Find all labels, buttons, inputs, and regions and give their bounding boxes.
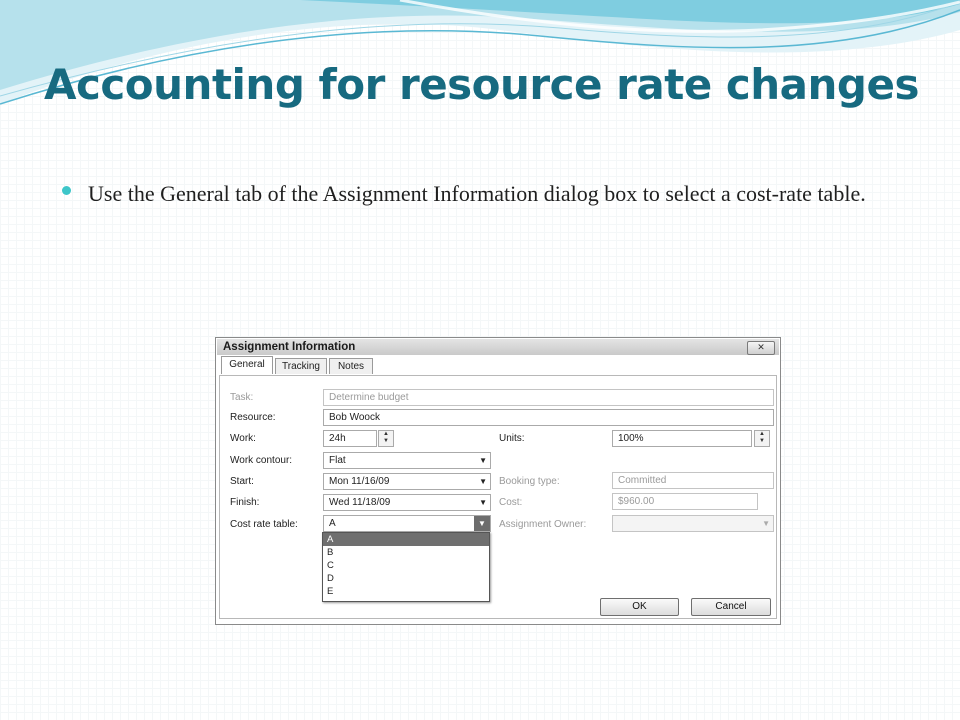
- cost-label: Cost:: [499, 497, 523, 508]
- work-field[interactable]: 24h: [323, 430, 377, 447]
- work-contour-label: Work contour:: [230, 455, 293, 466]
- finish-date-value: Wed 11/18/09: [329, 497, 391, 508]
- tab-tracking[interactable]: Tracking: [275, 358, 327, 374]
- work-contour-select[interactable]: Flat ▼: [323, 452, 491, 469]
- units-spinner[interactable]: ▲ ▼: [754, 430, 770, 447]
- dropdown-arrow-icon[interactable]: ▼: [474, 516, 490, 531]
- assignment-information-dialog: Assignment Information ✕ General Trackin…: [215, 337, 781, 625]
- cost-rate-table-select[interactable]: A ▼: [323, 515, 491, 532]
- spin-up-icon[interactable]: ▲: [379, 431, 393, 438]
- bullet-dot: [62, 186, 71, 195]
- dialog-title-bar: Assignment Information ✕: [217, 339, 779, 355]
- booking-type-label: Booking type:: [499, 476, 560, 487]
- bullet-text: Use the General tab of the Assignment In…: [88, 181, 866, 206]
- booking-type-select[interactable]: Committed: [612, 472, 774, 489]
- assignment-owner-select[interactable]: ▼: [612, 515, 774, 532]
- work-contour-value: Flat: [329, 455, 346, 466]
- dropdown-option-d[interactable]: D: [323, 572, 489, 585]
- start-date-select[interactable]: Mon 11/16/09 ▼: [323, 473, 491, 490]
- tab-notes[interactable]: Notes: [329, 358, 373, 374]
- dropdown-option-a[interactable]: A: [323, 533, 489, 546]
- dialog-title: Assignment Information: [223, 341, 356, 353]
- assignment-owner-label: Assignment Owner:: [499, 519, 587, 530]
- spin-up-icon[interactable]: ▲: [755, 431, 769, 438]
- cost-field: $960.00: [612, 493, 758, 510]
- cost-rate-table-dropdown-list: A B C D E: [322, 532, 490, 602]
- units-field[interactable]: 100%: [612, 430, 752, 447]
- slide-title: Accounting for resource rate changes: [44, 60, 919, 109]
- cost-rate-table-label: Cost rate table:: [230, 519, 298, 530]
- task-field[interactable]: Determine budget: [323, 389, 774, 406]
- dropdown-option-e[interactable]: E: [323, 585, 489, 598]
- chevron-down-icon: ▼: [762, 519, 770, 528]
- start-date-value: Mon 11/16/09: [329, 476, 390, 487]
- dropdown-option-b[interactable]: B: [323, 546, 489, 559]
- chevron-down-icon: ▼: [479, 456, 487, 465]
- dropdown-option-c[interactable]: C: [323, 559, 489, 572]
- start-label: Start:: [230, 476, 254, 487]
- spin-down-icon[interactable]: ▼: [379, 438, 393, 445]
- cost-rate-table-value: A: [329, 518, 336, 529]
- finish-label: Finish:: [230, 497, 260, 508]
- chevron-down-icon: ▼: [479, 477, 487, 486]
- work-label: Work:: [230, 433, 256, 444]
- close-button[interactable]: ✕: [747, 341, 775, 355]
- finish-date-select[interactable]: Wed 11/18/09 ▼: [323, 494, 491, 511]
- close-icon: ✕: [757, 342, 765, 352]
- units-label: Units:: [499, 433, 525, 444]
- chevron-down-icon: ▼: [479, 498, 487, 507]
- work-spinner[interactable]: ▲ ▼: [378, 430, 394, 447]
- resource-field[interactable]: Bob Woock: [323, 409, 774, 426]
- ok-button[interactable]: OK: [600, 598, 679, 616]
- tab-general[interactable]: General: [221, 356, 273, 374]
- spin-down-icon[interactable]: ▼: [755, 438, 769, 445]
- task-label: Task:: [230, 392, 254, 403]
- resource-label: Resource:: [230, 412, 276, 423]
- cancel-button[interactable]: Cancel: [691, 598, 771, 616]
